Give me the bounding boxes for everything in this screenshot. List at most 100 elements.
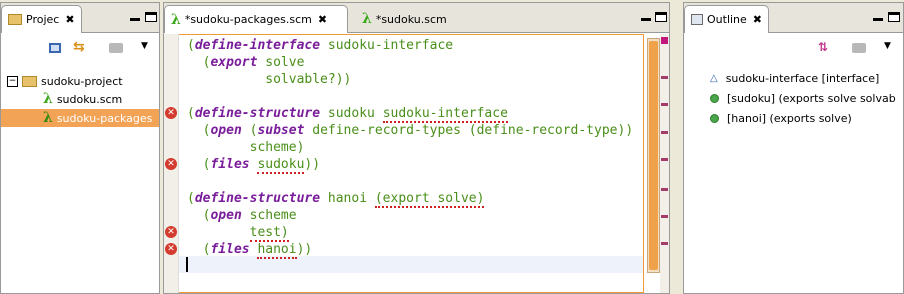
project-explorer-pane: Projec ✖ ⇆ ▼ − sudoku-project λ sudoku.s… xyxy=(0,2,160,294)
code-keyword: files xyxy=(210,242,250,257)
tree-item-label: sudoku-packages xyxy=(56,111,153,125)
error-marker-icon[interactable]: ✕ xyxy=(165,243,177,255)
code-keyword: define-interface xyxy=(194,38,321,53)
filter-icon[interactable] xyxy=(109,43,123,53)
folder-icon xyxy=(8,14,22,25)
code-error-token: (export solve) xyxy=(374,191,485,208)
overview-marker[interactable] xyxy=(661,158,668,161)
error-summary-icon[interactable] xyxy=(661,37,668,44)
code-line: (define-interface sudoku-interface xyxy=(187,38,453,55)
project-folder-icon xyxy=(22,75,37,87)
code-token: solve xyxy=(257,55,305,70)
minimize-button[interactable] xyxy=(872,12,884,22)
tree-item-project[interactable]: − sudoku-project xyxy=(1,72,159,90)
vertical-scrollbar[interactable] xyxy=(647,38,660,273)
overview-marker[interactable] xyxy=(661,131,668,134)
overview-marker[interactable] xyxy=(661,76,668,79)
scrollbar-thumb[interactable] xyxy=(649,41,658,270)
editor-pane: λ *sudoku-packages.scm ✖ λ *sudoku.scm ✕… xyxy=(163,2,670,294)
code-keyword: open xyxy=(210,123,242,138)
expander-icon[interactable]: − xyxy=(7,75,18,87)
code-line: (define-structure sudoku sudoku-interfac… xyxy=(187,106,508,123)
code-token: ( xyxy=(187,191,195,206)
tab-label: *sudoku.scm xyxy=(375,12,447,26)
close-icon[interactable]: ✖ xyxy=(753,13,762,26)
outline-item-label: [hanoi] (exports solve) xyxy=(727,111,852,125)
code-line: (files sudoku)) xyxy=(187,157,320,174)
overview-marker[interactable] xyxy=(661,242,668,245)
maximize-button[interactable] xyxy=(145,12,157,22)
code-token: ( xyxy=(187,55,211,70)
error-marker-icon[interactable]: ✕ xyxy=(165,226,177,238)
tree-item-label: sudoku-project xyxy=(41,74,123,88)
error-marker-icon[interactable]: ✕ xyxy=(165,107,177,119)
code-token: ( xyxy=(187,208,211,223)
code-line: (files hanoi)) xyxy=(187,242,312,259)
code-keyword: define-structure xyxy=(194,106,321,121)
text-caret xyxy=(186,257,188,272)
code-editor[interactable]: (define-interface sudoku-interface (expo… xyxy=(179,34,644,293)
outline-item-label: sudoku-interface [interface] xyxy=(725,71,880,85)
code-line: test) xyxy=(187,225,289,242)
code-token: define-record-types (define-record-type)… xyxy=(304,123,634,138)
lambda-file-icon: λ xyxy=(171,11,181,28)
code-token: scheme) xyxy=(187,140,305,155)
project-explorer-tabbar: Projec ✖ xyxy=(1,3,159,33)
view-menu-icon[interactable]: ▼ xyxy=(884,41,891,51)
code-line: (define-structure hanoi (export solve) xyxy=(187,191,485,208)
outline-item-structure[interactable]: [sudoku] (exports solve solvab xyxy=(684,89,903,107)
project-toolbar: ⇆ ▼ xyxy=(1,33,159,65)
code-token: ( xyxy=(187,242,211,257)
sort-icon[interactable]: ⇅ xyxy=(818,40,828,54)
code-keyword: export xyxy=(210,55,258,70)
tab-sudoku-packages[interactable]: λ *sudoku-packages.scm ✖ xyxy=(164,5,348,33)
tab-label: *sudoku-packages.scm xyxy=(184,13,312,26)
code-token: sudoku xyxy=(320,106,383,121)
outline-item-structure[interactable]: [hanoi] (exports solve) xyxy=(684,109,903,127)
close-icon[interactable]: ✖ xyxy=(65,13,74,26)
tab-project-explorer[interactable]: Projec ✖ xyxy=(1,5,82,33)
lambda-file-icon: λ xyxy=(362,11,372,27)
outline-item-label: [sudoku] (exports solve solvab xyxy=(727,91,896,105)
link-with-editor-icon[interactable]: ⇆ xyxy=(73,39,85,55)
maximize-button[interactable] xyxy=(888,12,900,22)
code-keyword: open xyxy=(210,208,242,223)
code-error-token: hanoi xyxy=(257,242,297,259)
overview-marker[interactable] xyxy=(661,188,668,191)
minimize-button[interactable] xyxy=(129,12,141,22)
code-token: ( xyxy=(187,157,211,172)
minimize-button[interactable] xyxy=(640,12,652,22)
outline-item-interface[interactable]: △ sudoku-interface [interface] xyxy=(684,69,903,87)
tree-item-file[interactable]: λ sudoku.scm xyxy=(1,90,159,108)
tab-outline[interactable]: Outline ✖ xyxy=(684,5,770,33)
code-line: (open (subset define-record-types (defin… xyxy=(187,123,634,140)
maximize-button[interactable] xyxy=(655,12,667,22)
code-token: sudoku-interface xyxy=(320,38,454,53)
code-line: (export solve xyxy=(187,55,305,72)
overview-ruler[interactable] xyxy=(660,34,669,293)
outline-tabbar: Outline ✖ xyxy=(684,3,903,33)
lambda-file-icon: λ xyxy=(43,110,53,126)
tab-sudoku[interactable]: λ *sudoku.scm xyxy=(356,5,453,33)
view-menu-icon[interactable]: ▼ xyxy=(141,41,148,51)
code-token: )) xyxy=(296,242,313,257)
overview-marker[interactable] xyxy=(661,103,668,106)
code-token: ( xyxy=(187,106,195,121)
structure-dot-icon xyxy=(710,93,719,103)
code-token: ( xyxy=(241,123,258,138)
annotation-gutter: ✕ ✕ ✕ ✕ xyxy=(164,34,179,293)
close-icon[interactable]: ✖ xyxy=(318,13,327,26)
tree-item-file-selected[interactable]: λ sudoku-packages xyxy=(1,109,159,127)
overview-marker[interactable] xyxy=(661,215,668,218)
filter-icon[interactable] xyxy=(852,43,866,53)
code-token: hanoi xyxy=(320,191,375,206)
code-line: (open scheme xyxy=(187,208,297,225)
code-token: )) xyxy=(304,157,321,172)
code-token: scheme xyxy=(241,208,297,223)
collapse-all-icon[interactable] xyxy=(49,43,61,53)
outline-pane: Outline ✖ ⇅ ▼ △ sudoku-interface [interf… xyxy=(683,2,904,294)
error-marker-icon[interactable]: ✕ xyxy=(165,158,177,170)
code-error-token: test) xyxy=(249,225,289,242)
structure-dot-icon xyxy=(710,113,719,123)
